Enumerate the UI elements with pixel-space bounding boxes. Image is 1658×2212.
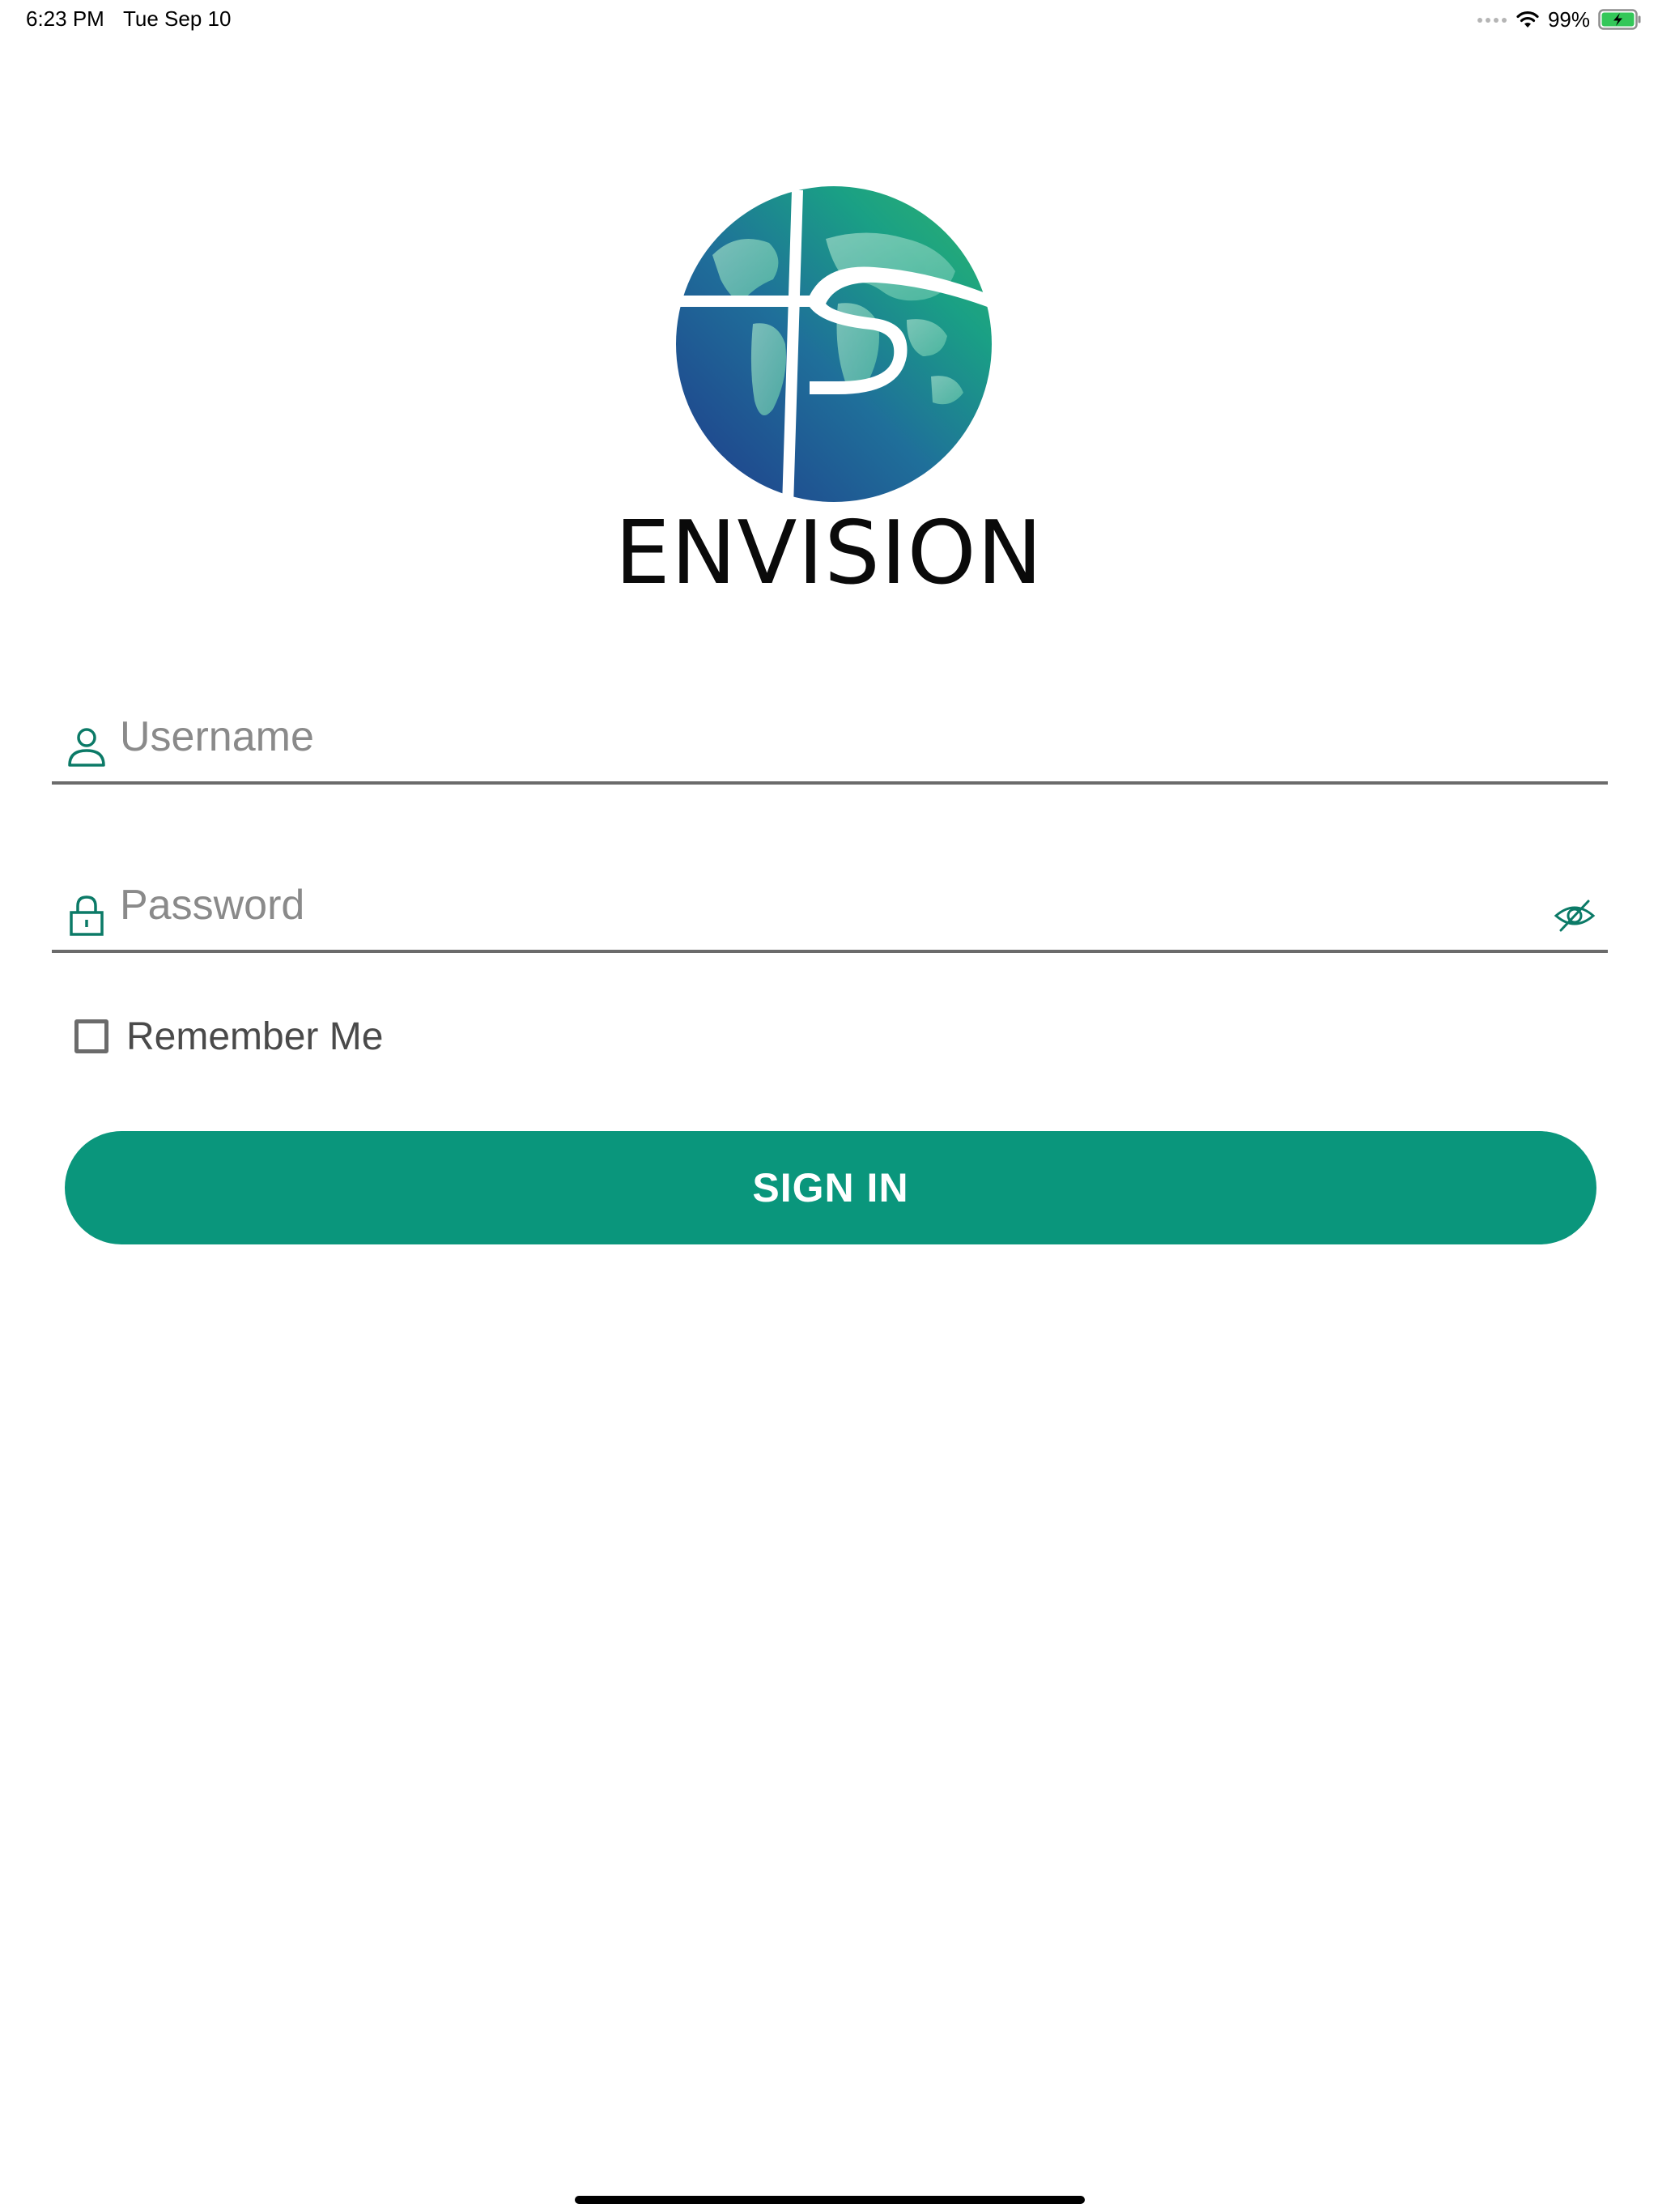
brand-wordmark: ENVISION: [614, 503, 1044, 604]
signal-dots-icon: [1477, 18, 1507, 23]
lock-icon: [70, 895, 104, 936]
eye-off-icon[interactable]: [1553, 898, 1596, 934]
battery-percent: 99%: [1547, 6, 1590, 32]
login-screen: 6:23 PM Tue Sep 10 99% ENVISION Username…: [0, 0, 1658, 2212]
status-indicators: 99%: [1477, 5, 1642, 34]
sign-in-button[interactable]: SIGN IN: [65, 1131, 1596, 1244]
status-date: Tue Sep 10: [123, 6, 232, 31]
password-field: [52, 861, 1608, 953]
home-indicator[interactable]: [575, 2196, 1085, 2204]
remember-me-checkbox[interactable]: Remember Me: [74, 1014, 383, 1059]
battery-charging-icon: [1598, 9, 1641, 30]
checkbox-box[interactable]: [74, 1019, 108, 1053]
user-icon: [68, 728, 105, 767]
status-bar: 6:23 PM Tue Sep 10 99%: [0, 0, 1658, 39]
password-input[interactable]: [120, 877, 1496, 934]
wifi-icon: [1516, 11, 1539, 28]
username-field: [52, 692, 1608, 785]
status-time: 6:23 PM: [26, 6, 104, 31]
remember-me-label: Remember Me: [126, 1015, 384, 1058]
globe-logo: [668, 186, 992, 506]
username-input[interactable]: [120, 708, 1496, 765]
